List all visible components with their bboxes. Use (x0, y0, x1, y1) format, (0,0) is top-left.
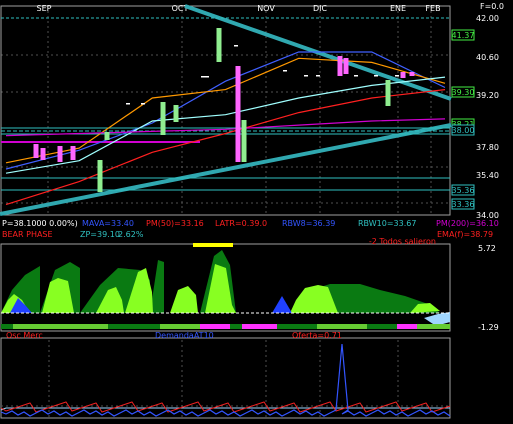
price-candle[interactable] (400, 72, 406, 78)
price-candle[interactable] (343, 58, 349, 74)
indicator-row2-item: BEAR PHASE (2, 230, 53, 239)
oscillator-strip (1, 324, 450, 329)
price-marker-label: 39.30 (452, 88, 475, 97)
indicator-row1-item: LATR=0.39.0 (215, 219, 267, 228)
oscillator-strip-segment (230, 324, 242, 329)
oscillator-strip-segment (242, 324, 277, 329)
sar-dot (205, 76, 209, 78)
sar-dot (126, 103, 130, 105)
price-candle[interactable] (235, 66, 241, 162)
price-candle[interactable] (97, 160, 103, 192)
price-marker-label: 41.37 (452, 31, 475, 40)
oscillator-min-label: -1.29 (478, 323, 499, 332)
price-candle[interactable] (33, 144, 39, 158)
price-marker[interactable]: 38.00 (451, 124, 475, 136)
chart-canvas[interactable]: SEP OCT NOV DIC ENE FEB F=0.0 42.0040.6039.20… (0, 0, 513, 420)
oscillator-strip-segment (417, 324, 450, 329)
oscillator-max-label: 5.72 (478, 244, 496, 253)
price-candle[interactable] (160, 102, 166, 135)
chart-background (0, 0, 513, 420)
price-candle[interactable] (57, 146, 63, 162)
price-candle[interactable] (104, 132, 110, 140)
sar-dot (395, 75, 399, 77)
price-marker[interactable]: 33.36 (451, 198, 475, 210)
price-marker[interactable]: 35.36 (451, 184, 475, 196)
oscillator-strip-segment (367, 324, 397, 329)
sar-dot (374, 75, 378, 77)
price-candle[interactable] (173, 105, 179, 122)
oscillator-strip-segment (200, 324, 230, 329)
sar-dot (354, 75, 358, 77)
price-tick-label: 37.80 (476, 143, 499, 152)
price-candle[interactable] (216, 28, 222, 62)
oscillator-highlight-bar (193, 243, 233, 247)
price-marker[interactable]: 41.37 (451, 29, 475, 41)
sar-dot (316, 75, 320, 77)
f-label: F=0.0 (480, 2, 504, 11)
price-candle[interactable] (40, 148, 46, 160)
oscillator-title: -2 Todos salieron (369, 237, 436, 246)
x-tick-label: FEB (425, 4, 440, 13)
price-candle[interactable] (70, 146, 76, 160)
sar-dot (234, 45, 238, 47)
indicator-row1-item: MAVA=33.40 (82, 219, 134, 228)
indicator-row1-item: PM(50)=33.16 (146, 219, 204, 228)
x-tick-label: SEP (37, 4, 52, 13)
price-marker[interactable]: 39.30 (451, 86, 475, 98)
price-candle[interactable] (409, 72, 415, 76)
indicator-row1-item: P=38.1000 0.00%) (2, 219, 78, 228)
price-tick-label: 40.60 (476, 53, 499, 62)
price-candle[interactable] (385, 80, 391, 106)
price-candle[interactable] (241, 120, 247, 162)
indicator-row2-item: ZP=39.10 (80, 230, 120, 239)
price-tick-label: 35.40 (476, 171, 499, 180)
indicator-row1-item: PM(200)=36.10 (436, 219, 499, 228)
sar-dot (283, 70, 287, 72)
oscillator-strip-segment (160, 324, 200, 329)
sar-dot (141, 103, 145, 105)
price-tick-label: 42.00 (476, 14, 499, 23)
oscillator-strip-segment (13, 324, 108, 329)
indicator-row2-item: EMA(f)=38.79 (437, 230, 493, 239)
stock-chart-window: SEP OCT NOV DIC ENE FEB F=0.0 42.00 40.60 39.20… (0, 0, 513, 420)
x-tick-label: ENE (390, 4, 406, 13)
price-tick-label: 39.20 (476, 91, 499, 100)
x-tick-label: NOV (257, 4, 275, 13)
bottom-label: Osc Merc (6, 331, 43, 340)
indicator-row2-item: 2.62% (118, 230, 144, 239)
price-marker-label: 33.36 (452, 200, 475, 209)
bottom-label: Oferta=0.71 (292, 331, 342, 340)
oscillator-strip-segment (317, 324, 367, 329)
sar-dot (304, 75, 308, 77)
oscillator-strip-segment (108, 324, 160, 329)
oscillator-strip-segment (397, 324, 417, 329)
price-marker-label: 35.36 (452, 186, 475, 195)
sar-dot (201, 76, 205, 78)
price-marker-label: 38.00 (452, 126, 475, 135)
indicator-row1-item: RBW10=33.67 (358, 219, 416, 228)
oscillator-strip-segment (277, 324, 317, 329)
oscillator-strip-segment (1, 324, 13, 329)
x-tick-label: DIC (313, 4, 328, 13)
price-candle[interactable] (337, 56, 343, 76)
bottom-label: DemandaAT10 (155, 331, 214, 340)
indicator-row1-item: RBW8=36.39 (282, 219, 335, 228)
